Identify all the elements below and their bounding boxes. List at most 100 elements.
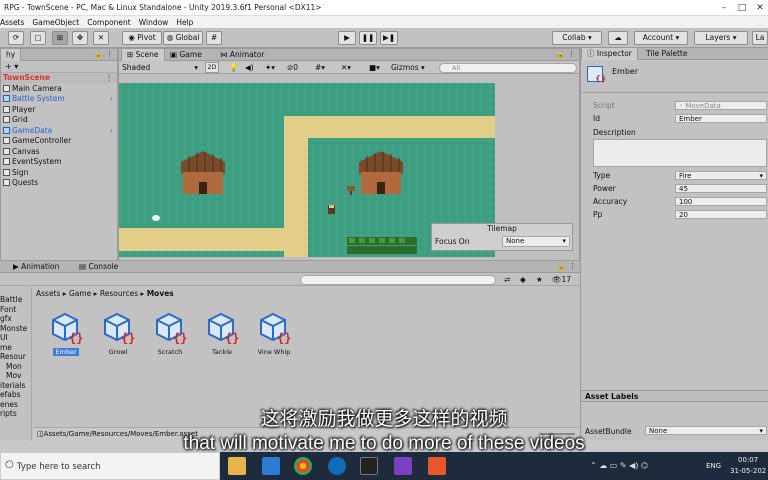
rotate-tool-icon[interactable]: ⟳ xyxy=(8,31,24,45)
lock-icon[interactable]: 🔒 xyxy=(556,50,565,58)
menu-component[interactable]: Component xyxy=(87,18,131,27)
breadcrumb-item[interactable]: Resources xyxy=(100,289,138,298)
focus-on-dropdown[interactable]: None ▾ xyxy=(502,236,570,247)
folder-item[interactable]: efabs xyxy=(0,390,31,400)
chrome-icon[interactable] xyxy=(294,457,312,475)
asset-growl[interactable]: {} Growl xyxy=(94,310,142,356)
cloud-icon[interactable]: ☁ xyxy=(608,31,628,45)
account-button[interactable]: Account ▾ xyxy=(634,31,688,45)
input-language[interactable]: ENG xyxy=(706,462,721,470)
folder-item[interactable]: Monste xyxy=(0,324,31,334)
asset-tackle[interactable]: {} Tackle xyxy=(198,310,246,356)
fx-icon[interactable]: ✦▾ xyxy=(265,63,275,72)
asset-ember[interactable]: {} Ember xyxy=(42,310,90,356)
description-field[interactable] xyxy=(593,139,767,167)
id-field[interactable]: Ember xyxy=(675,114,767,123)
menu-gameobject[interactable]: GameObject xyxy=(32,18,79,27)
gizmos-dropdown[interactable]: Gizmos ▾ xyxy=(391,63,425,72)
folder-item[interactable]: me xyxy=(0,343,31,353)
transform-tool-icon[interactable]: ✥ xyxy=(72,31,88,45)
favorite-icon[interactable]: ★ xyxy=(536,275,543,284)
menu-dots-icon[interactable]: ⋮ xyxy=(569,262,576,270)
accuracy-field[interactable]: 100 xyxy=(675,197,767,206)
menu-help[interactable]: Help xyxy=(176,18,193,27)
tab-hierarchy[interactable]: hy xyxy=(0,49,22,61)
folder-item[interactable]: Resour xyxy=(0,352,31,362)
scene-viewport[interactable]: Tilemap Focus On None ▾ xyxy=(119,74,579,260)
asset-vine-whip[interactable]: {} Vine Whip xyxy=(250,310,298,356)
scene-menu-icon[interactable]: ⋮ xyxy=(106,73,114,84)
tab-console[interactable]: ▤ Console xyxy=(74,261,123,273)
2d-toggle[interactable]: 2D xyxy=(205,62,219,73)
step-button[interactable]: ▶❚ xyxy=(380,31,398,45)
hierarchy-item-player[interactable]: Player xyxy=(3,105,117,116)
folder-item[interactable]: iterials xyxy=(0,381,31,391)
shading-dropdown[interactable]: Shaded ▾ xyxy=(122,63,198,72)
clock-date[interactable]: 31-05-202 xyxy=(730,467,766,475)
collab-button[interactable]: Collab ▾ xyxy=(552,31,602,45)
project-search-input[interactable] xyxy=(300,275,496,285)
folder-item[interactable]: gfx xyxy=(0,314,31,324)
tools-icon[interactable]: ✕▾ xyxy=(341,63,351,72)
hierarchy-item-main-camera[interactable]: Main Camera xyxy=(3,84,117,95)
mail-icon[interactable] xyxy=(262,457,280,475)
custom-tool-icon[interactable]: ✕ xyxy=(93,31,109,45)
folder-item[interactable]: Font xyxy=(0,305,31,315)
camera-icon[interactable]: ■▾ xyxy=(369,63,380,72)
power-field[interactable]: 45 xyxy=(675,184,767,193)
global-button[interactable]: ◍ Global xyxy=(163,31,203,45)
folder-item[interactable]: Battle xyxy=(0,295,31,305)
tab-inspector[interactable]: ⓘ Inspector xyxy=(581,48,638,60)
recorder-icon[interactable] xyxy=(428,457,446,475)
hierarchy-item-gamecontroller[interactable]: GameController xyxy=(3,136,117,147)
close-icon[interactable]: ✕ xyxy=(754,2,766,14)
menu-dots-icon[interactable]: ⋮ xyxy=(106,50,113,58)
grid-icon[interactable]: #▾ xyxy=(315,63,325,72)
scene-root[interactable]: TownScene ⋮ xyxy=(1,73,117,84)
hierarchy-item-quests[interactable]: Quests xyxy=(3,178,117,189)
audio-icon[interactable]: ◀) xyxy=(245,63,254,72)
tab-scene[interactable]: ⊞ Scene xyxy=(121,49,165,61)
visibility-icon[interactable]: ⊘0 xyxy=(287,63,298,72)
pp-field[interactable]: 20 xyxy=(675,210,767,219)
tab-animator[interactable]: ⋈ Animator xyxy=(215,49,269,61)
folder-item[interactable]: UI xyxy=(0,333,31,343)
scale-tool-icon[interactable]: ⊞ xyxy=(52,31,68,45)
hierarchy-item-sign[interactable]: Sign xyxy=(3,168,117,179)
unity-icon[interactable] xyxy=(360,457,378,475)
lock-icon[interactable]: 🔒 xyxy=(557,262,566,270)
type-dropdown[interactable]: Fire ▾ xyxy=(675,171,767,180)
breadcrumb-item[interactable]: Moves xyxy=(147,289,174,298)
maximize-icon[interactable]: □ xyxy=(736,2,748,14)
breadcrumb-item[interactable]: Game xyxy=(69,289,91,298)
chevron-right-icon[interactable]: › xyxy=(110,126,113,137)
hierarchy-item-gamedata[interactable]: GameData › xyxy=(3,126,117,137)
layers-button[interactable]: Layers ▾ xyxy=(694,31,748,45)
taskbar-search[interactable]: ○ Type here to search xyxy=(0,452,220,480)
menu-dots-icon[interactable]: ⋮ xyxy=(568,50,575,58)
play-button[interactable]: ▶ xyxy=(338,31,356,45)
pivot-button[interactable]: ◉ Pivot xyxy=(122,31,162,45)
system-tray-icons[interactable]: ⌃ ☁ ▭ ✎ ◀) ⌬ xyxy=(590,461,648,470)
layout-button[interactable]: La xyxy=(752,31,768,45)
rect-tool-icon[interactable]: ▢ xyxy=(30,31,46,45)
menu-assets[interactable]: Assets xyxy=(0,18,24,27)
filter-type-icon[interactable]: ⇌ xyxy=(504,275,510,284)
pause-button[interactable]: ❚❚ xyxy=(359,31,377,45)
asset-scratch[interactable]: {} Scratch xyxy=(146,310,194,356)
hierarchy-item-eventsystem[interactable]: EventSystem xyxy=(3,157,117,168)
tab-animation[interactable]: ▶ Animation xyxy=(8,261,64,273)
visual-studio-icon[interactable] xyxy=(394,457,412,475)
maps-icon[interactable] xyxy=(328,457,346,475)
snap-icon[interactable]: # xyxy=(206,31,222,45)
folder-item[interactable]: Mov xyxy=(0,371,31,381)
breadcrumb-item[interactable]: Assets xyxy=(36,289,60,298)
add-icon[interactable]: + ▾ xyxy=(5,62,18,71)
hierarchy-item-canvas[interactable]: Canvas xyxy=(3,147,117,158)
minimize-icon[interactable]: – xyxy=(718,2,730,14)
lock-icon[interactable]: 🔒 xyxy=(94,50,103,58)
menu-window[interactable]: Window xyxy=(139,18,169,27)
chevron-right-icon[interactable]: › xyxy=(110,94,113,105)
tab-tile-palette[interactable]: Tile Palette xyxy=(641,48,693,60)
hierarchy-item-grid[interactable]: Grid xyxy=(3,115,117,126)
